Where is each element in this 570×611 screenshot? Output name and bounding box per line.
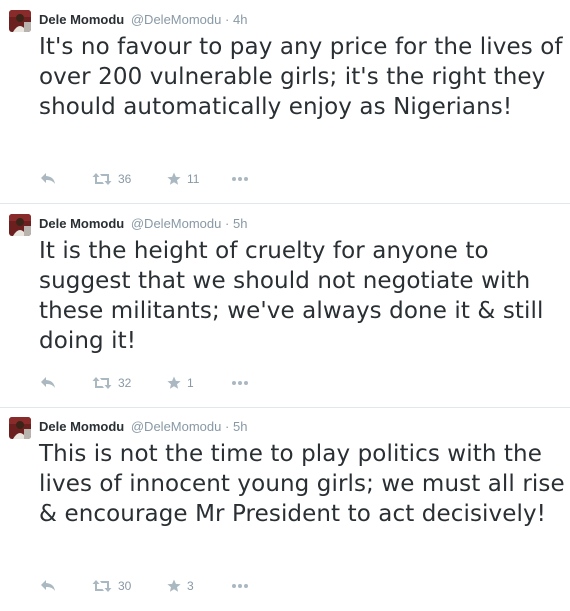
- tweet-header: Dele Momodu @DeleMomodu · 5h: [39, 419, 247, 435]
- tweet[interactable]: Dele Momodu @DeleMomodu · 5h This is not…: [0, 407, 570, 611]
- favorite-icon: [167, 579, 181, 593]
- tweet-actions: 30 3: [40, 577, 300, 595]
- separator-dot: ·: [225, 12, 230, 27]
- reply-icon: [40, 172, 56, 186]
- tweet-timeline: Dele Momodu @DeleMomodu · 4h It's no fav…: [0, 0, 570, 605]
- retweet-button[interactable]: 36: [92, 170, 131, 188]
- tweet[interactable]: Dele Momodu @DeleMomodu · 4h It's no fav…: [0, 0, 570, 204]
- tweet[interactable]: Dele Momodu @DeleMomodu · 5h It is the h…: [0, 204, 570, 408]
- username[interactable]: @DeleMomodu: [131, 419, 222, 434]
- fullname[interactable]: Dele Momodu: [39, 12, 124, 27]
- timestamp[interactable]: 4h: [233, 12, 247, 27]
- reply-icon: [40, 376, 56, 390]
- retweet-count: 36: [118, 172, 132, 186]
- more-button[interactable]: [231, 170, 249, 188]
- favorite-button[interactable]: 11: [167, 170, 199, 188]
- tweet-text: This is not the time to play politics wi…: [39, 441, 565, 527]
- tweet-header: Dele Momodu @DeleMomodu · 5h: [39, 216, 247, 232]
- username[interactable]: @DeleMomodu: [131, 12, 222, 27]
- retweet-button[interactable]: 30: [92, 577, 131, 595]
- avatar[interactable]: [9, 417, 31, 439]
- reply-button[interactable]: [40, 170, 56, 188]
- more-icon: [231, 176, 249, 182]
- retweet-count: 30: [118, 579, 132, 593]
- retweet-count: 32: [118, 376, 132, 390]
- favorite-count: 11: [187, 172, 200, 186]
- favorite-button[interactable]: 3: [167, 577, 194, 595]
- tweet-text: It is the height of cruelty for anyone t…: [39, 238, 544, 354]
- favorite-count: 3: [187, 579, 194, 593]
- retweet-icon: [92, 579, 112, 593]
- username[interactable]: @DeleMomodu: [131, 216, 222, 231]
- separator-dot: ·: [225, 419, 230, 434]
- reply-button[interactable]: [40, 577, 56, 595]
- reply-button[interactable]: [40, 374, 56, 392]
- tweet-actions: 36 11: [40, 170, 300, 188]
- retweet-icon: [92, 376, 112, 390]
- timestamp[interactable]: 5h: [233, 419, 247, 434]
- favorite-icon: [167, 376, 181, 390]
- more-icon: [231, 380, 249, 386]
- more-button[interactable]: [231, 374, 249, 392]
- favorite-count: 1: [187, 376, 194, 390]
- tweet-actions: 32 1: [40, 374, 300, 392]
- more-button[interactable]: [231, 577, 249, 595]
- reply-icon: [40, 579, 56, 593]
- retweet-icon: [92, 172, 112, 186]
- avatar[interactable]: [9, 214, 31, 236]
- more-icon: [231, 583, 249, 589]
- separator-dot: ·: [225, 216, 230, 231]
- fullname[interactable]: Dele Momodu: [39, 419, 124, 434]
- favorite-icon: [167, 172, 181, 186]
- tweet-header: Dele Momodu @DeleMomodu · 4h: [39, 12, 247, 28]
- retweet-button[interactable]: 32: [92, 374, 131, 392]
- tweet-text: It's no favour to pay any price for the …: [39, 34, 563, 120]
- fullname[interactable]: Dele Momodu: [39, 216, 124, 231]
- favorite-button[interactable]: 1: [167, 374, 194, 392]
- timestamp[interactable]: 5h: [233, 216, 247, 231]
- avatar[interactable]: [9, 10, 31, 32]
